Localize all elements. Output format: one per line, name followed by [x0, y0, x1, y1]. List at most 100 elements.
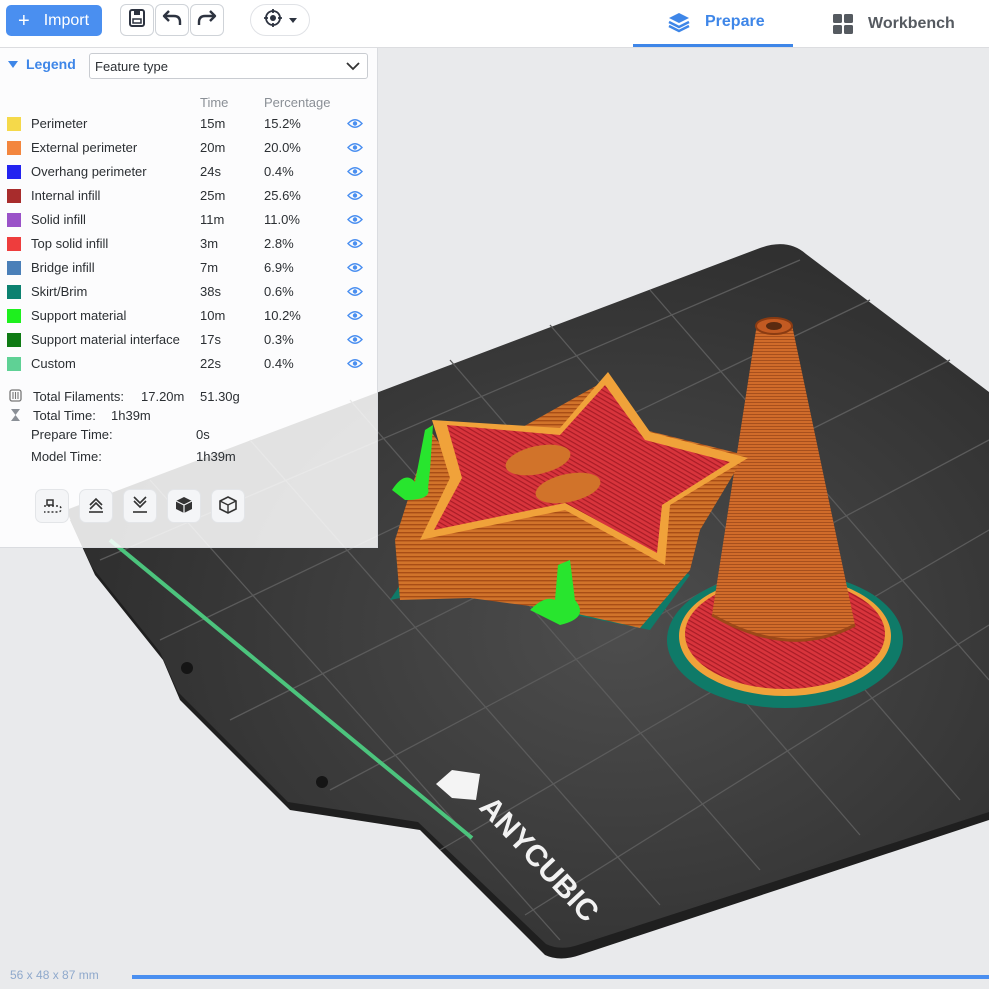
total-filaments-length: 17.20m [141, 389, 185, 404]
feature-name: Internal infill [31, 188, 101, 203]
plus-icon: + [18, 9, 30, 32]
feature-percentage: 0.4% [264, 164, 294, 179]
view-type-value: Feature type [95, 58, 168, 74]
eye-icon[interactable] [347, 213, 363, 228]
eye-icon[interactable] [347, 309, 363, 324]
collapse-triangle-icon [8, 60, 18, 68]
feature-name: Support material interface [31, 332, 180, 347]
redo-button[interactable] [190, 4, 224, 36]
save-button[interactable] [120, 4, 154, 36]
feature-percentage: 11.0% [264, 212, 300, 227]
feature-percentage: 0.3% [264, 332, 294, 347]
prepare-time-label: Prepare Time: [31, 427, 113, 442]
total-time-value: 1h39m [111, 408, 151, 423]
color-swatch [7, 333, 21, 347]
view-selector-dropdown[interactable] [250, 4, 310, 36]
feature-name: Top solid infill [31, 236, 109, 251]
legend-row-top-solid-infill: Top solid infill 3m 2.8% [0, 232, 378, 256]
legend-row-custom: Custom 22s 0.4% [0, 352, 378, 376]
prepare-time-value: 0s [196, 427, 210, 442]
show-sequence-button[interactable] [35, 489, 69, 523]
eye-icon[interactable] [347, 141, 363, 156]
import-button[interactable]: + Import [6, 5, 102, 36]
feature-time: 25m [200, 188, 226, 203]
view-target-icon [263, 8, 283, 33]
feature-percentage: 0.4% [264, 356, 294, 371]
horizontal-layer-slider[interactable] [132, 975, 989, 979]
total-filaments-weight: 51.30g [200, 389, 240, 404]
undo-button[interactable] [155, 4, 189, 36]
feature-time: 11m [200, 212, 225, 227]
feature-name: Perimeter [31, 116, 88, 131]
import-label: Import [43, 11, 90, 29]
view-type-select[interactable]: Feature type [89, 53, 368, 79]
total-filaments-label: Total Filaments: [33, 389, 125, 404]
eye-icon[interactable] [347, 333, 363, 348]
undo-icon [161, 8, 183, 33]
cone-hole [766, 322, 782, 330]
feature-time: 15m [200, 116, 226, 131]
feature-name: Support material [31, 308, 127, 323]
cube-outline-icon [218, 495, 238, 518]
feature-percentage: 20.0% [264, 140, 301, 155]
filament-spool-icon [9, 389, 22, 405]
color-swatch [7, 309, 21, 323]
color-swatch [7, 165, 21, 179]
legend-panel: Legend Feature type Time Percentage Peri… [0, 48, 378, 548]
eye-icon[interactable] [347, 285, 363, 300]
feature-percentage: 2.8% [264, 236, 294, 251]
eye-icon[interactable] [347, 117, 363, 132]
feature-name: Solid infill [31, 212, 86, 227]
save-icon [127, 8, 147, 33]
feature-percentage: 6.9% [264, 260, 294, 275]
sequence-icon [41, 496, 63, 517]
column-header-time: Time [200, 95, 229, 110]
feature-time: 10m [200, 308, 226, 323]
feature-percentage: 15.2% [264, 116, 301, 131]
legend-title: Legend [26, 56, 76, 72]
eye-icon[interactable] [347, 261, 363, 276]
eye-icon[interactable] [347, 189, 363, 204]
model-time-value: 1h39m [196, 449, 236, 464]
tab-prepare-label: Prepare [705, 13, 765, 30]
feature-time: 17s [200, 332, 221, 347]
tab-prepare[interactable]: Prepare [633, 0, 793, 47]
move-layer-down-button[interactable] [123, 489, 157, 523]
color-swatch [7, 261, 21, 275]
eye-icon[interactable] [347, 357, 363, 372]
legend-toggle[interactable]: Legend [8, 56, 76, 72]
feature-name: Custom [31, 356, 76, 371]
color-swatch [7, 237, 21, 251]
tab-workbench[interactable]: Workbench [830, 0, 982, 47]
feature-percentage: 0.6% [264, 284, 294, 299]
color-swatch [7, 189, 21, 203]
feature-time: 38s [200, 284, 221, 299]
feature-time: 24s [200, 164, 221, 179]
feature-name: External perimeter [31, 140, 138, 155]
legend-row-internal-infill: Internal infill 25m 25.6% [0, 184, 378, 208]
top-toolbar: + Import Prepare Workbench [0, 0, 989, 48]
chevrons-up-icon [87, 496, 105, 517]
feature-percentage: 10.2% [264, 308, 301, 323]
eye-icon[interactable] [347, 237, 363, 252]
move-layer-up-button[interactable] [79, 489, 113, 523]
color-swatch [7, 117, 21, 131]
eye-icon[interactable] [347, 165, 363, 180]
feature-name: Skirt/Brim [31, 284, 88, 299]
legend-row-support-material: Support material 10m 10.2% [0, 304, 378, 328]
hourglass-icon [9, 408, 22, 425]
bed-screw-hole [316, 776, 328, 788]
legend-row-support-material-interface: Support material interface 17s 0.3% [0, 328, 378, 352]
tab-workbench-label: Workbench [868, 14, 955, 32]
feature-time: 22s [200, 356, 221, 371]
solid-view-button[interactable] [167, 489, 201, 523]
feature-time: 7m [200, 260, 219, 275]
model-dimensions: 56 x 48 x 87 mm [10, 968, 99, 982]
feature-time: 3m [200, 236, 219, 251]
total-time-label: Total Time: [33, 408, 96, 423]
wireframe-view-button[interactable] [211, 489, 245, 523]
feature-name: Overhang perimeter [31, 164, 147, 179]
legend-row-overhang-perimeter: Overhang perimeter 24s 0.4% [0, 160, 378, 184]
cube-solid-icon [174, 495, 194, 518]
grid-icon [832, 13, 854, 35]
